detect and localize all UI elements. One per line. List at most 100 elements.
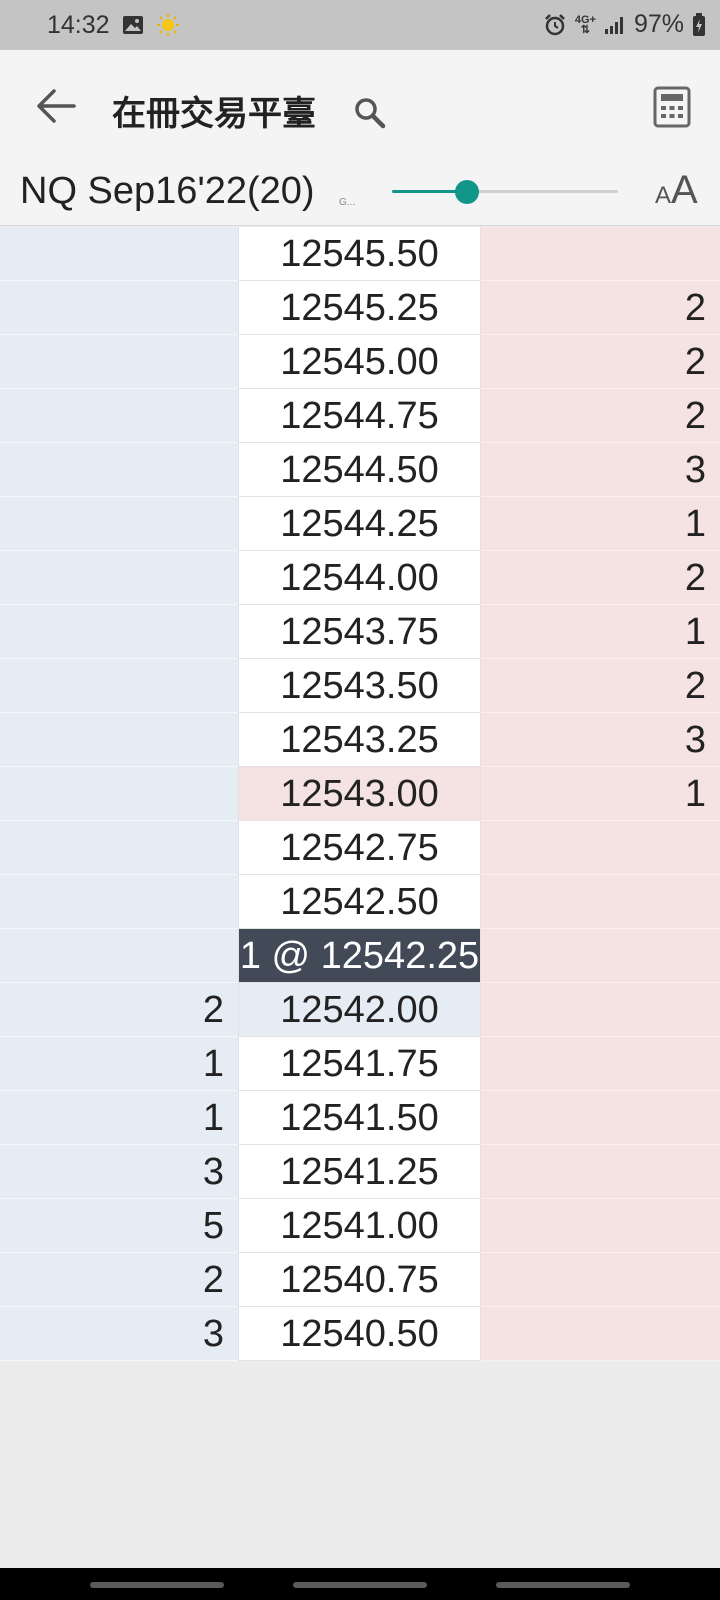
price-cell[interactable]: 12541.75: [238, 1037, 481, 1091]
price-cell[interactable]: 12540.75: [238, 1253, 481, 1307]
font-size-slider[interactable]: [392, 176, 618, 208]
ask-size-cell[interactable]: [481, 821, 720, 875]
price-cell[interactable]: 12544.75: [238, 389, 481, 443]
calculator-button[interactable]: [652, 85, 692, 129]
price-cell[interactable]: 12545.25: [238, 281, 481, 335]
battery-charging-icon: [693, 12, 705, 36]
ask-size-cell[interactable]: [481, 1199, 720, 1253]
price-cell[interactable]: 12543.00: [238, 767, 481, 821]
bid-size-cell[interactable]: [0, 875, 238, 929]
ask-size-cell[interactable]: [481, 983, 720, 1037]
bid-size-cell[interactable]: 3: [0, 1307, 238, 1361]
price-cell[interactable]: 12544.50: [238, 443, 481, 497]
price-cell[interactable]: 12544.00: [238, 551, 481, 605]
ask-size-cell[interactable]: [481, 875, 720, 929]
ladder-row: 1 @ 12542.25: [0, 929, 720, 983]
ladder-row: 5 12541.00: [0, 1199, 720, 1253]
slider-thumb[interactable]: [454, 180, 479, 204]
bid-size-cell[interactable]: [0, 335, 238, 389]
last-trade-cell[interactable]: 1 @ 12542.25: [238, 929, 481, 983]
bid-size-cell[interactable]: [0, 767, 238, 821]
search-icon: [355, 98, 386, 129]
bid-size-cell[interactable]: [0, 713, 238, 767]
bid-size-cell[interactable]: [0, 551, 238, 605]
price-cell[interactable]: 12541.25: [238, 1145, 481, 1199]
bid-size-cell[interactable]: 1: [0, 1037, 238, 1091]
font-size-large-label: A: [671, 168, 698, 212]
bid-size-cell[interactable]: [0, 659, 238, 713]
status-time: 14:32: [47, 11, 110, 39]
ladder-row: 2 12542.00: [0, 983, 720, 1037]
price-cell[interactable]: 12542.50: [238, 875, 481, 929]
back-arrow-icon: [37, 89, 76, 123]
nav-home-button[interactable]: [293, 1582, 427, 1588]
bid-size-cell[interactable]: [0, 389, 238, 443]
price-cell[interactable]: 12545.50: [238, 227, 481, 281]
ask-size-cell[interactable]: 1: [481, 497, 720, 551]
price-cell[interactable]: 12541.00: [238, 1199, 481, 1253]
ask-size-cell[interactable]: 3: [481, 713, 720, 767]
price-cell[interactable]: 12542.75: [238, 821, 481, 875]
ladder-row: 12545.50: [0, 227, 720, 281]
ask-size-cell[interactable]: 1: [481, 605, 720, 659]
nav-recent-button[interactable]: [90, 1582, 224, 1588]
bid-size-cell[interactable]: 2: [0, 983, 238, 1037]
ask-size-cell[interactable]: 2: [481, 551, 720, 605]
font-size-small-label: A: [655, 182, 672, 209]
ask-size-cell[interactable]: 2: [481, 281, 720, 335]
bid-size-cell[interactable]: [0, 227, 238, 281]
bid-size-cell[interactable]: 1: [0, 1091, 238, 1145]
ask-size-cell[interactable]: 2: [481, 659, 720, 713]
network-4g-icon: 4G+ ⇅: [574, 13, 596, 36]
ask-size-cell[interactable]: [481, 227, 720, 281]
ladder-row: 12543.25 3: [0, 713, 720, 767]
ladder-row: 12544.25 1: [0, 497, 720, 551]
ask-size-cell[interactable]: 1: [481, 767, 720, 821]
bid-size-cell[interactable]: 5: [0, 1199, 238, 1253]
price-cell[interactable]: 12543.75: [238, 605, 481, 659]
font-size-button[interactable]: AA: [655, 168, 698, 213]
price-cell[interactable]: 12543.50: [238, 659, 481, 713]
search-button[interactable]: [353, 96, 387, 130]
ask-size-cell[interactable]: [481, 1145, 720, 1199]
battery-percent: 97%: [633, 10, 684, 38]
ask-size-cell[interactable]: [481, 1253, 720, 1307]
ask-size-cell[interactable]: [481, 1091, 720, 1145]
price-cell[interactable]: 12541.50: [238, 1091, 481, 1145]
ladder-row: 12544.50 3: [0, 443, 720, 497]
ask-size-cell[interactable]: 2: [481, 389, 720, 443]
ladder-row: 12542.50: [0, 875, 720, 929]
calculator-icon: [653, 86, 691, 128]
ladder-row: 12543.75 1: [0, 605, 720, 659]
ladder-row: 12545.00 2: [0, 335, 720, 389]
page-title: 在冊交易平臺: [112, 94, 316, 134]
bid-size-cell[interactable]: [0, 281, 238, 335]
bid-size-cell[interactable]: [0, 929, 238, 983]
sun-icon: [157, 14, 179, 36]
ladder-row: 3 12540.50: [0, 1307, 720, 1361]
bid-size-cell[interactable]: [0, 497, 238, 551]
price-cell[interactable]: 12545.00: [238, 335, 481, 389]
price-cell[interactable]: 12540.50: [238, 1307, 481, 1361]
bid-size-cell[interactable]: [0, 605, 238, 659]
ask-size-cell[interactable]: [481, 1307, 720, 1361]
instrument-name[interactable]: NQ Sep16'22(20): [20, 170, 315, 213]
bid-size-cell[interactable]: 3: [0, 1145, 238, 1199]
instrument-subtitle: G...: [339, 197, 356, 208]
ask-size-cell[interactable]: [481, 1037, 720, 1091]
bid-size-cell[interactable]: [0, 821, 238, 875]
nav-back-button[interactable]: [496, 1582, 630, 1588]
ask-size-cell[interactable]: [481, 929, 720, 983]
ask-size-cell[interactable]: 3: [481, 443, 720, 497]
ladder-row: 3 12541.25: [0, 1145, 720, 1199]
instrument-bar: NQ Sep16'22(20) G... AA: [0, 158, 720, 226]
price-cell[interactable]: 12544.25: [238, 497, 481, 551]
price-cell[interactable]: 12542.00: [238, 983, 481, 1037]
bid-size-cell[interactable]: 2: [0, 1253, 238, 1307]
ladder-row: 12544.00 2: [0, 551, 720, 605]
bid-size-cell[interactable]: [0, 443, 238, 497]
price-cell[interactable]: 12543.25: [238, 713, 481, 767]
ask-size-cell[interactable]: 2: [481, 335, 720, 389]
status-bar: 14:32 4G+ ⇅ 97%: [0, 0, 720, 50]
back-button[interactable]: [34, 84, 78, 128]
